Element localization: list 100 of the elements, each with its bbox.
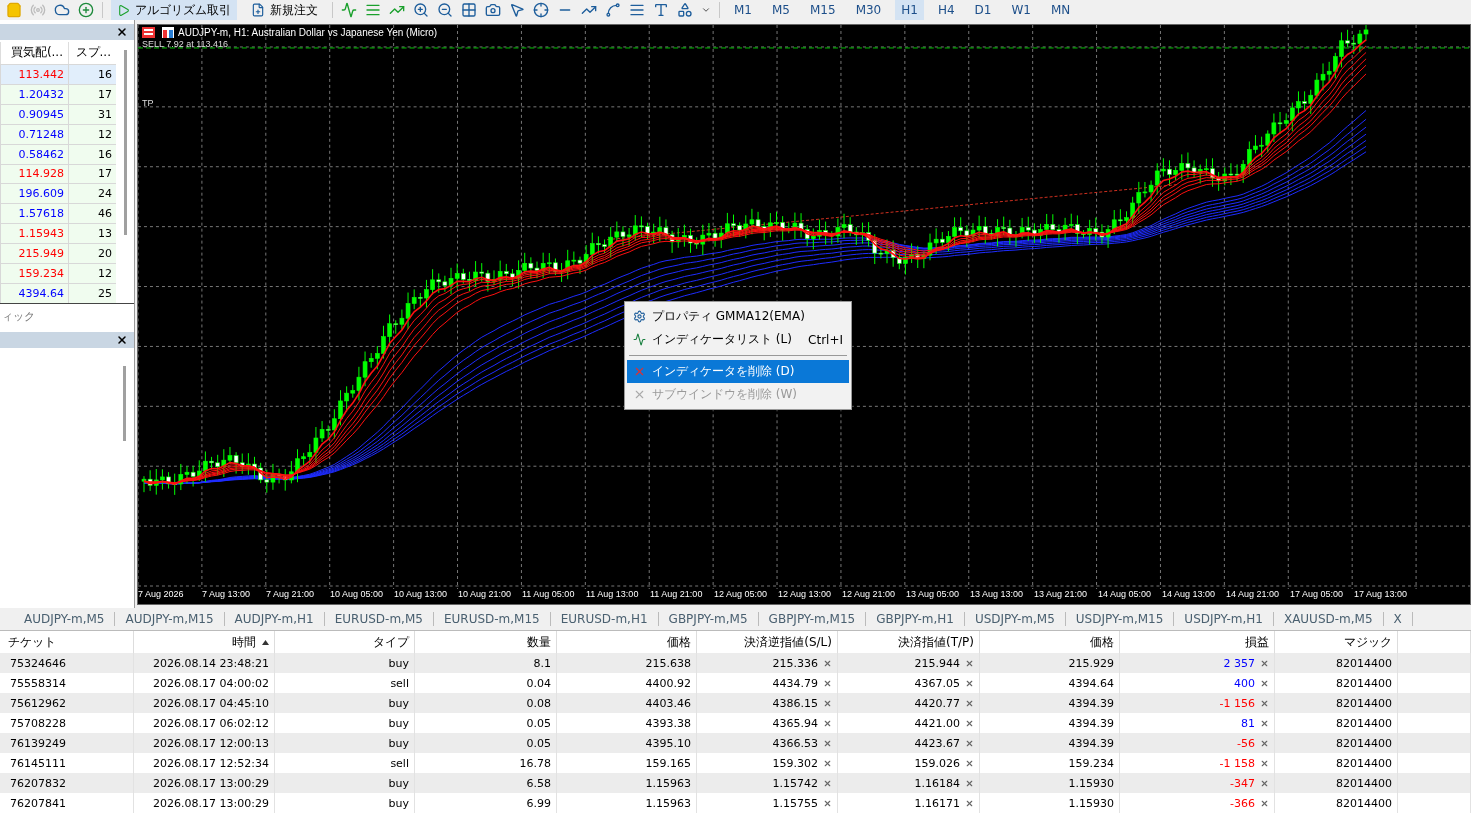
time-label: 13 Aug 13:00 (970, 589, 1025, 601)
chart-tab[interactable]: GBPJPY-m,H1 (866, 612, 965, 626)
table-cell: 4420.77 (914, 696, 960, 710)
symbol-row[interactable]: 0.58462 16 (0, 143, 116, 164)
panel-tab[interactable]: ィック (2, 308, 35, 324)
chart-tab[interactable]: AUDJPY-m,M5 (14, 612, 116, 626)
chart-title: AUDJPY-m, H1: Australian Dollar vs Japanese Yen (Micro) (178, 27, 438, 38)
time-label: 7 Aug 21:00 (266, 589, 316, 601)
timeframe-button[interactable]: M1 (728, 0, 758, 20)
bid-price: 159.234 (18, 267, 64, 281)
symbol-row[interactable]: 1.20432 17 (0, 83, 116, 104)
table-cell: 215.336 (772, 656, 818, 670)
symbol-row[interactable]: 1.15943 13 (0, 223, 116, 244)
grid-icon[interactable] (461, 2, 477, 18)
chart-tab[interactable]: USDJPY-m,M15 (1065, 612, 1175, 626)
chart-tab[interactable]: GBPJPY-m,M5 (658, 612, 759, 626)
symbol-row[interactable]: 0.90945 31 (0, 103, 116, 124)
zoom-in-icon[interactable] (413, 2, 429, 18)
tp-label: TP (142, 98, 154, 108)
time-label: 14 Aug 13:00 (1162, 589, 1217, 601)
timeframe-button[interactable]: M30 (849, 0, 888, 20)
table-cell: -56 (1237, 736, 1255, 750)
symbol-row[interactable]: 159.234 12 (0, 263, 116, 284)
spread-value: 20 (98, 247, 112, 261)
table-cell: 4400.92 (645, 676, 691, 690)
time-label: 17 Aug 05:00 (1290, 589, 1345, 601)
table-cell: 75612962 (10, 696, 66, 710)
time-label: 10 Aug 21:00 (458, 589, 513, 601)
symbol-row[interactable]: 1.57618 46 (0, 203, 116, 224)
camera-icon[interactable] (485, 2, 501, 18)
menu-item[interactable]: インディケータを削除 (D) (627, 360, 849, 383)
crosshair-icon[interactable] (533, 2, 549, 18)
column-header[interactable]: 買気配(... (0, 42, 68, 64)
cloud-icon[interactable] (54, 2, 70, 18)
symbol-row[interactable]: 4394.64 25 (0, 283, 116, 303)
bid-price: 0.71248 (18, 127, 64, 141)
table-cell: 2026.08.17 04:45:10 (153, 696, 269, 710)
chart-tab[interactable]: XAUUSD-m,M5 (1273, 612, 1384, 626)
column-header[interactable]: スプ... (68, 42, 116, 64)
table-cell: 159.026 (914, 756, 960, 770)
table-cell: 82014400 (1336, 676, 1392, 690)
table-cell: 4434.79 (772, 676, 818, 690)
add-circle-icon[interactable] (78, 2, 94, 18)
timeframe-button[interactable]: M5 (766, 0, 796, 20)
dropdown-icon[interactable] (701, 5, 711, 15)
chart-tab[interactable]: AUDJPY-m,M15 (115, 612, 225, 626)
symbol-row[interactable]: 114.928 17 (0, 163, 116, 184)
shapes-icon[interactable] (677, 2, 693, 18)
symbol-row[interactable]: 113.442 16 (0, 63, 116, 84)
close-icon[interactable] (116, 334, 128, 346)
table-cell: 0.05 (526, 716, 551, 730)
time-label: 12 Aug 05:00 (714, 589, 769, 601)
chart-tab[interactable]: AUDJPY-m,H1 (224, 612, 325, 626)
timeframe-button[interactable]: D1 (968, 0, 998, 20)
play-icon (117, 3, 130, 17)
chart-tab[interactable]: GBPJPY-m,M15 (758, 612, 867, 626)
chart-tab[interactable]: EURUSD-m,M15 (433, 612, 551, 626)
spread-value: 17 (98, 87, 112, 101)
chart-tab[interactable]: X (1383, 612, 1413, 626)
table-cell: 75324646 (10, 656, 66, 670)
time-label: 11 Aug 21:00 (650, 589, 704, 601)
toolbar-button[interactable]: 新規注文 (245, 0, 324, 20)
chart-tab[interactable]: USDJPY-m,H1 (1174, 612, 1274, 626)
bid-price: 0.90945 (18, 107, 64, 121)
zoom-out-icon[interactable] (437, 2, 453, 18)
table-cell: 4393.38 (645, 716, 691, 730)
text-tool-icon[interactable] (653, 2, 669, 18)
chart-canvas[interactable] (137, 24, 1471, 605)
menu-item[interactable]: インディケータリスト (L) Ctrl+I (627, 328, 849, 351)
table-cell: 215.638 (645, 656, 691, 670)
close-icon[interactable] (116, 26, 128, 38)
table-cell: sell (390, 676, 409, 690)
table-cell: 1.15930 (1068, 776, 1114, 790)
timeframe-button[interactable]: MN (1044, 0, 1077, 20)
timeframe-button[interactable]: W1 (1005, 0, 1037, 20)
scrollbar[interactable] (123, 50, 127, 235)
time-label: 12 Aug 13:00 (778, 589, 833, 601)
symbol-row[interactable]: 196.609 24 (0, 183, 116, 204)
toolbar-button[interactable]: アルゴリズム取引 (111, 0, 237, 20)
table-cell: 82014400 (1336, 736, 1392, 750)
timeframe-button[interactable]: H1 (895, 0, 924, 20)
table-cell: 0.04 (526, 676, 551, 690)
spread-value: 13 (98, 227, 112, 241)
time-label: 13 Aug 05:00 (906, 589, 961, 601)
wave-line-icon (633, 333, 646, 346)
timeframe-button[interactable]: H4 (931, 0, 961, 20)
symbol-row[interactable]: 215.949 20 (0, 243, 116, 264)
scrollbar[interactable] (123, 366, 126, 441)
cursor-icon[interactable] (509, 2, 525, 18)
timeframe-button[interactable]: M15 (804, 0, 842, 20)
table-cell: 0.08 (526, 696, 551, 710)
table-cell: buy (388, 736, 409, 750)
chart-tab[interactable]: EURUSD-m,M5 (324, 612, 434, 626)
table-cell: 4421.00 (914, 716, 960, 730)
chart-tab[interactable]: EURUSD-m,H1 (550, 612, 659, 626)
menu-item[interactable]: プロパティ GMMA12(EMA) (627, 305, 849, 328)
lines-icon[interactable] (629, 2, 645, 18)
table-cell: 1.16171 (914, 796, 960, 810)
symbol-row[interactable]: 0.71248 12 (0, 123, 116, 144)
chart-tab[interactable]: USDJPY-m,M5 (964, 612, 1066, 626)
